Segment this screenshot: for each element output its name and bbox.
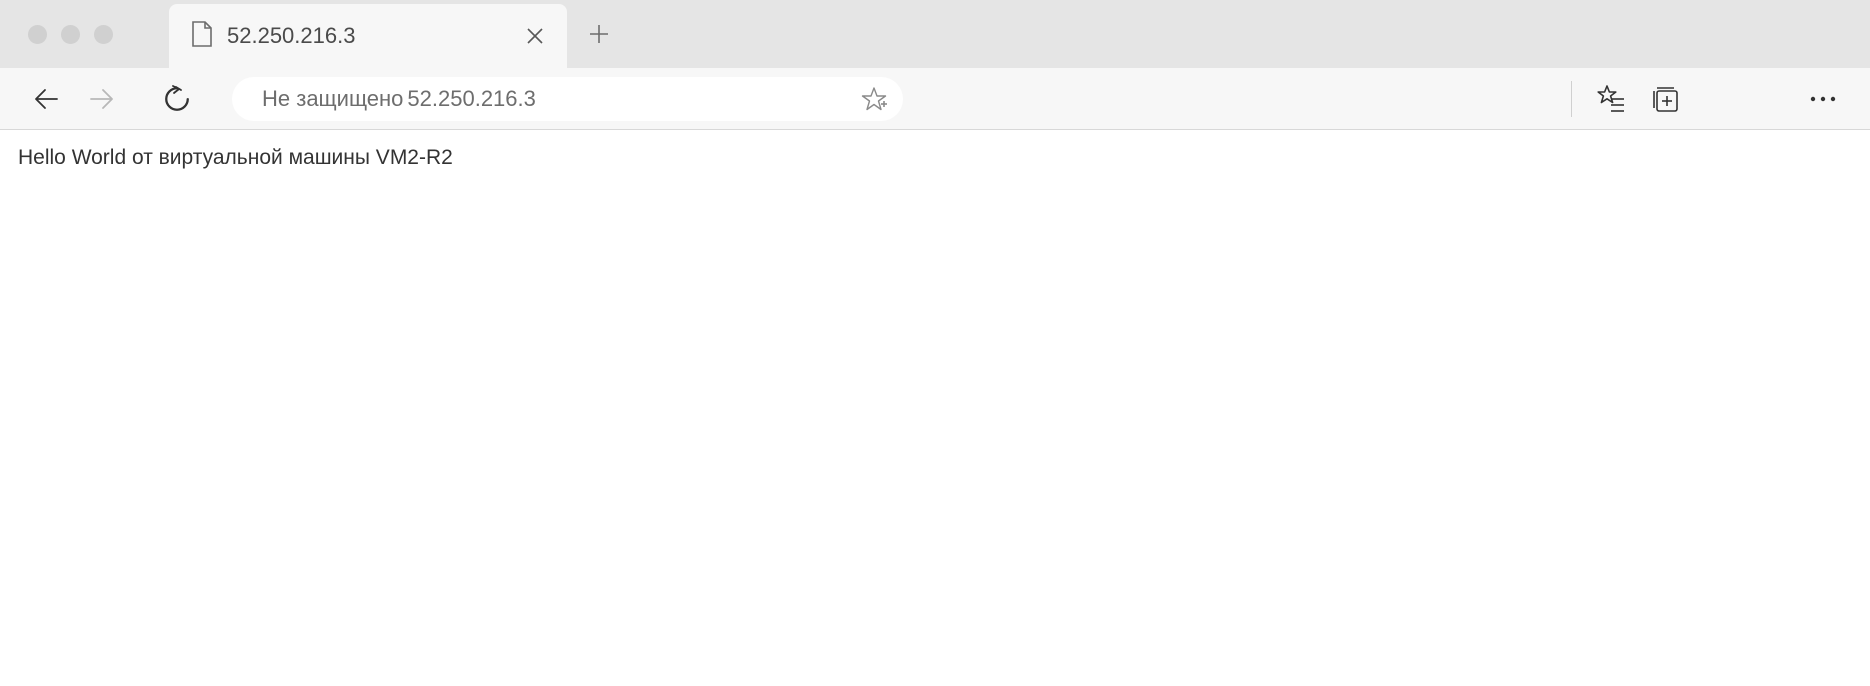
window-controls <box>28 25 113 44</box>
menu-button[interactable] <box>1798 74 1848 124</box>
page-icon <box>191 21 213 52</box>
collections-button[interactable] <box>1640 74 1690 124</box>
body-text: Hello World от виртуальной машины VM2-R2 <box>18 146 453 169</box>
tab-title: 52.250.216.3 <box>227 23 503 49</box>
favorites-button[interactable] <box>1586 74 1636 124</box>
page-content: Hello World от виртуальной машины VM2-R2 <box>0 130 1870 186</box>
tab-strip: 52.250.216.3 <box>0 0 1870 68</box>
new-tab-button[interactable] <box>575 10 623 58</box>
separator <box>1571 81 1572 117</box>
security-label: Не защищено <box>262 86 403 112</box>
address-bar[interactable]: Не защищено 52.250.216.3 <box>232 77 903 121</box>
close-tab-button[interactable] <box>517 18 553 54</box>
browser-tab[interactable]: 52.250.216.3 <box>169 4 567 68</box>
forward-button[interactable] <box>76 74 126 124</box>
maximize-window-button[interactable] <box>94 25 113 44</box>
url-text[interactable]: 52.250.216.3 <box>407 86 860 112</box>
add-favorite-button[interactable] <box>861 86 887 112</box>
close-window-button[interactable] <box>28 25 47 44</box>
back-button[interactable] <box>22 74 72 124</box>
toolbar: Не защищено 52.250.216.3 <box>0 68 1870 130</box>
minimize-window-button[interactable] <box>61 25 80 44</box>
refresh-button[interactable] <box>152 74 202 124</box>
